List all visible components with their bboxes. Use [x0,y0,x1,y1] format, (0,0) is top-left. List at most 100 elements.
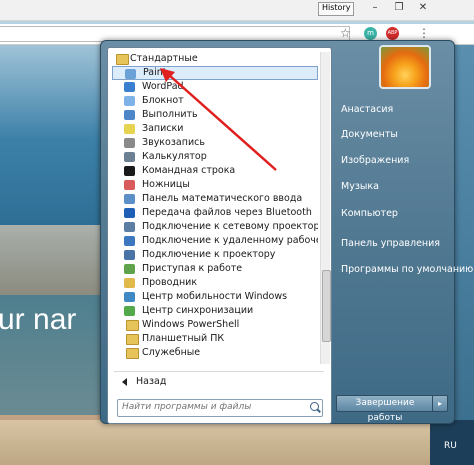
programs-panel: Стандартные Paint WordPad Блокнот Выполнить… [107,47,332,424]
link-default-programs[interactable]: Программы по умолчанию [341,263,473,277]
subfolder-label: Windows PowerShell [142,319,240,330]
program-label: Панель математического ввода [142,193,303,204]
close-icon[interactable]: ✕ [412,0,434,16]
program-item[interactable]: Центр синхронизации [112,304,318,318]
wordpad-icon [124,82,135,92]
link-documents[interactable]: Документы [341,128,398,142]
program-label: Ножницы [142,179,190,190]
scissors-icon [124,180,135,190]
program-label: Подключение к удаленному рабочему сто [142,235,318,246]
program-label: Блокнот [142,95,184,106]
folder-icon [126,334,139,345]
link-user[interactable]: Анастасия [341,103,393,117]
search-icon[interactable] [310,402,319,411]
folder-accessories[interactable]: Стандартные [112,52,318,66]
program-item[interactable]: Подключение к проектору [112,248,318,262]
program-label: Paint [143,67,167,78]
link-computer[interactable]: Компьютер [341,207,398,221]
getting-started-icon [124,264,135,274]
program-item[interactable]: Записки [112,122,318,136]
webpage-hero-image: ur nar [0,45,105,420]
program-item[interactable]: Командная строка [112,164,318,178]
link-music[interactable]: Музыка [341,180,379,194]
back-label: Назад [136,376,167,387]
adblock-icon[interactable]: ABP [386,27,399,40]
program-item[interactable]: WordPad [112,80,318,94]
sync-center-icon [124,306,135,316]
projector-icon [124,250,135,260]
sticky-notes-icon [124,124,135,134]
program-item[interactable]: Панель математического ввода [112,192,318,206]
program-label: Приступая к работе [142,263,243,274]
program-item[interactable]: Центр мобильности Windows [112,290,318,304]
remote-desktop-icon [124,236,135,246]
program-label: Проводник [142,277,198,288]
program-label: Калькулятор [142,151,207,162]
explorer-icon [124,278,135,288]
network-projector-icon [124,222,135,232]
extension-m-icon[interactable]: m [364,27,377,40]
folder-label: Стандартные [130,53,198,64]
link-control-panel[interactable]: Панель управления [341,237,440,251]
beach-image [0,420,474,465]
program-item[interactable]: Проводник [112,276,318,290]
folder-icon [126,348,139,359]
run-icon [124,110,135,120]
program-item[interactable]: Подключение к сетевому проектору [112,220,318,234]
browser-titlebar: History – ❐ ✕ [0,0,474,21]
programs-list: Стандартные Paint WordPad Блокнот Выполнить… [112,52,318,360]
program-label: Передача файлов через Bluetooth [142,207,312,218]
folder-open-icon [116,54,129,65]
subfolder-item[interactable]: Windows PowerShell [112,318,318,332]
scrollbar[interactable] [320,52,331,364]
program-label: Подключение к сетевому проектору [142,221,318,232]
program-item[interactable]: Калькулятор [112,150,318,164]
program-item[interactable]: Ножницы [112,178,318,192]
folder-icon [126,320,139,331]
language-indicator[interactable]: RU [444,441,457,451]
mobility-center-icon [124,292,135,302]
program-item[interactable]: Выполнить [112,108,318,122]
subfolder-label: Служебные [142,347,201,358]
program-label: Выполнить [142,109,198,120]
program-item[interactable]: Подключение к удаленному рабочему сто [112,234,318,248]
shutdown-options-icon[interactable]: ▸ [432,395,448,412]
cmd-icon [124,166,135,176]
program-item[interactable]: Приступая к работе [112,262,318,276]
link-pictures[interactable]: Изображения [341,154,409,168]
browser-menu-icon[interactable]: ⋮ [418,26,430,40]
program-item[interactable]: Paint [112,66,318,80]
search-box[interactable] [117,399,323,417]
minimize-icon[interactable]: – [364,0,386,16]
program-item[interactable]: Блокнот [112,94,318,108]
program-item[interactable]: Передача файлов через Bluetooth [112,206,318,220]
back-button[interactable]: Назад [120,375,166,389]
program-label: Подключение к проектору [142,249,276,260]
math-input-icon [124,194,135,204]
paint-icon [125,69,136,79]
shutdown-button[interactable]: Завершение работы [336,395,434,423]
program-item[interactable]: Звукозапись [112,136,318,150]
user-avatar[interactable] [379,45,431,89]
program-label: Командная строка [142,165,236,176]
subfolder-label: Планшетный ПК [142,333,225,344]
divider [114,371,324,372]
scrollbar-thumb[interactable] [322,270,331,342]
calculator-icon [124,152,135,162]
restore-icon[interactable]: ❐ [388,0,410,16]
history-button[interactable]: History [318,2,355,16]
back-arrow-icon [122,378,127,386]
search-input[interactable] [118,400,310,414]
webpage-right-image [453,45,474,435]
start-menu: Стандартные Paint WordPad Блокнот Выполнить… [100,40,473,424]
program-label: Звукозапись [142,137,205,148]
program-label: Центр синхронизации [142,305,254,316]
town-image [0,225,105,295]
subfolder-item[interactable]: Планшетный ПК [112,332,318,346]
bookmark-star-icon[interactable]: ☆ [340,26,351,40]
right-links-panel: Анастасия Документы Изображения Музыка К… [334,41,473,421]
program-label: Центр мобильности Windows [142,291,288,302]
hero-heading: ur nar [0,303,77,336]
program-label: Записки [142,123,184,134]
subfolder-item[interactable]: Служебные [112,346,318,360]
